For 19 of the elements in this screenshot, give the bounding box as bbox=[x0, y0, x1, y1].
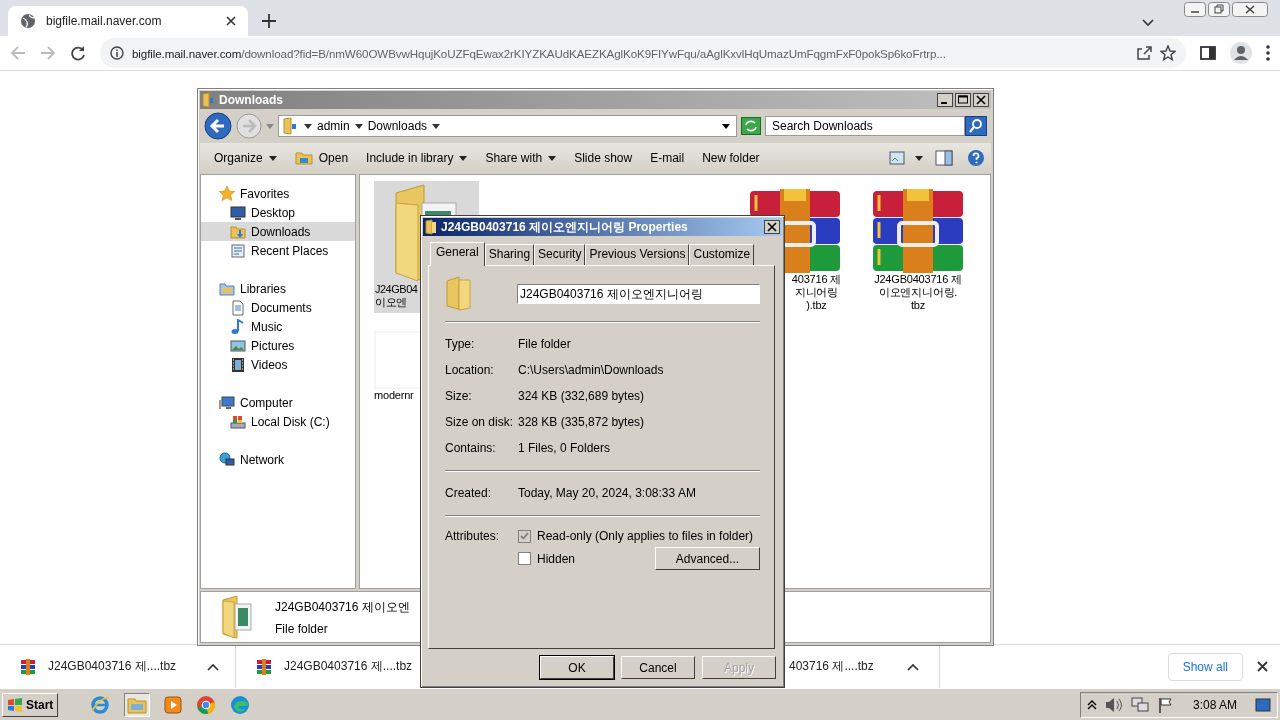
property-label: Created: bbox=[445, 486, 493, 500]
url-text: bigfile.mail.naver.com/download?fid=B/nmW60OWBvwHqujKoUZFqEwax2rKIYZKAUdKAEZKAglKoK9FIYwFqu/aAglKxvlHqUmazUmFqgmFxF0pokSp6koFrtrp... bbox=[132, 46, 947, 60]
property-label: Type: bbox=[445, 337, 476, 351]
dialog-title: J24GB0403716 제이오엔지니어링 Properties bbox=[441, 218, 689, 236]
item-name: J24GB0403716 제이오엔 bbox=[275, 598, 410, 616]
property-label: Attributes: bbox=[445, 529, 501, 543]
property-value: C:\Users\admin\Downloads bbox=[518, 363, 664, 377]
window-title: Downloads bbox=[219, 93, 284, 107]
property-label: Contains: bbox=[445, 441, 497, 455]
property-value: 328 KB (335,872 bytes) bbox=[518, 415, 645, 429]
clock: 3:08 AM bbox=[1192, 697, 1237, 712]
property-label: Location: bbox=[445, 363, 495, 377]
property-value: File folder bbox=[518, 337, 571, 351]
property-value: 324 KB (332,689 bytes) bbox=[518, 389, 645, 403]
property-label: Size on disk: bbox=[445, 415, 515, 429]
property-value: 1 Files, 0 Folders bbox=[518, 441, 611, 455]
property-value: Today, May 20, 2024, 3:08:33 AM bbox=[518, 486, 696, 500]
item-type: File folder bbox=[275, 621, 329, 636]
property-label: Size: bbox=[445, 389, 473, 403]
